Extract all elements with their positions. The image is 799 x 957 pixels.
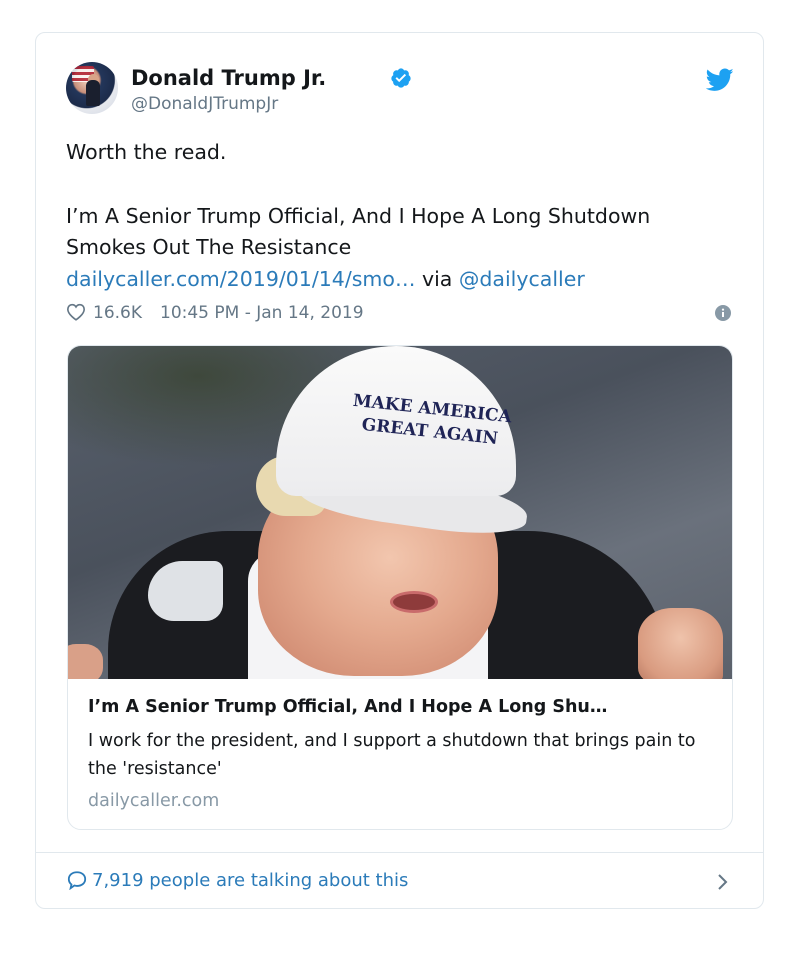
tweet-header: Donald Trump Jr. @DonaldJTrumpJr: [66, 62, 736, 118]
preview-description: I work for the president, and I support …: [88, 731, 696, 779]
talking-about-text: 7,919 people are talking about this: [92, 870, 409, 891]
chevron-right-icon[interactable]: [716, 872, 730, 892]
like-count[interactable]: 16.6K: [93, 303, 142, 323]
author-handle[interactable]: @DonaldJTrumpJr: [131, 93, 278, 115]
comment-bubble-icon: [67, 871, 87, 890]
tweet-text-line: Smokes Out The Resistance: [66, 235, 352, 259]
mention-link[interactable]: @dailycaller: [459, 267, 585, 291]
footer-divider: [36, 852, 763, 853]
tweet-meta: 16.6K 10:45 PM - Jan 14, 2019: [66, 301, 731, 325]
heart-icon[interactable]: [66, 303, 86, 321]
image-fist: [638, 608, 723, 679]
author-name[interactable]: Donald Trump Jr.: [131, 65, 326, 91]
image-jacket-lining: [148, 561, 223, 621]
tweet-text-line: I’m A Senior Trump Official, And I Hope …: [66, 203, 651, 228]
talking-about-link[interactable]: 7,919 people are talking about this: [66, 867, 736, 895]
twitter-bird-icon[interactable]: [706, 68, 734, 92]
verified-badge-icon: [391, 68, 411, 88]
tweet-embed-card: Donald Trump Jr. @DonaldJTrumpJr Worth t…: [35, 32, 764, 909]
preview-image: MAKE AMERICA GREAT AGAIN: [68, 346, 732, 679]
info-icon[interactable]: [715, 305, 731, 321]
tweet-timestamp[interactable]: 10:45 PM - Jan 14, 2019: [160, 303, 364, 323]
tweet-link-line: dailycaller.com/2019/01/14/smo… via @dai…: [66, 264, 746, 296]
avatar[interactable]: [66, 62, 118, 114]
image-fist-left: [68, 644, 103, 679]
preview-domain: dailycaller.com: [88, 791, 220, 811]
preview-title: I’m A Senior Trump Official, And I Hope …: [88, 697, 608, 717]
image-mouth: [390, 591, 438, 613]
article-link[interactable]: dailycaller.com/2019/01/14/smo…: [66, 267, 415, 291]
via-text: via: [415, 266, 459, 291]
link-preview-card[interactable]: MAKE AMERICA GREAT AGAIN I’m A Senior Tr…: [67, 345, 733, 830]
avatar-figure: [86, 80, 100, 106]
tweet-text-line: Worth the read.: [66, 140, 227, 164]
tweet-text: Worth the read. I’m A Senior Trump Offic…: [66, 137, 746, 295]
